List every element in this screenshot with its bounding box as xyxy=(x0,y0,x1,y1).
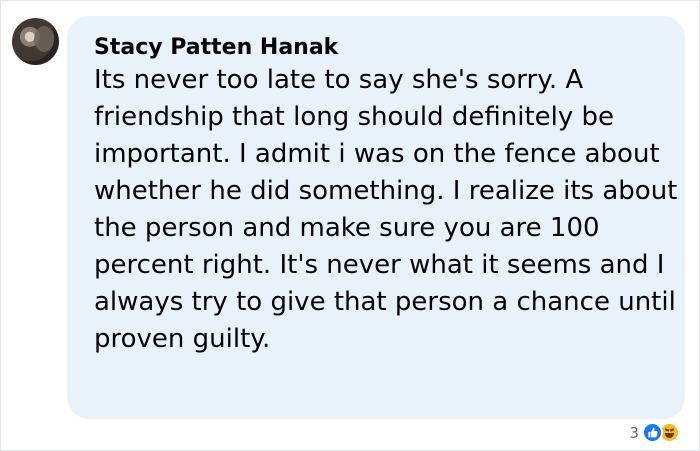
reaction-count: 3 xyxy=(629,423,639,442)
avatar[interactable] xyxy=(12,18,59,65)
comment-card: Stacy Patten Hanak Its never too late to… xyxy=(0,0,700,451)
comment-text: Its never too late to say she's sorry. A… xyxy=(94,65,678,354)
like-icon xyxy=(642,422,663,443)
reactions-summary[interactable]: 3 xyxy=(629,422,680,443)
comment-author[interactable]: Stacy Patten Hanak xyxy=(94,35,338,60)
